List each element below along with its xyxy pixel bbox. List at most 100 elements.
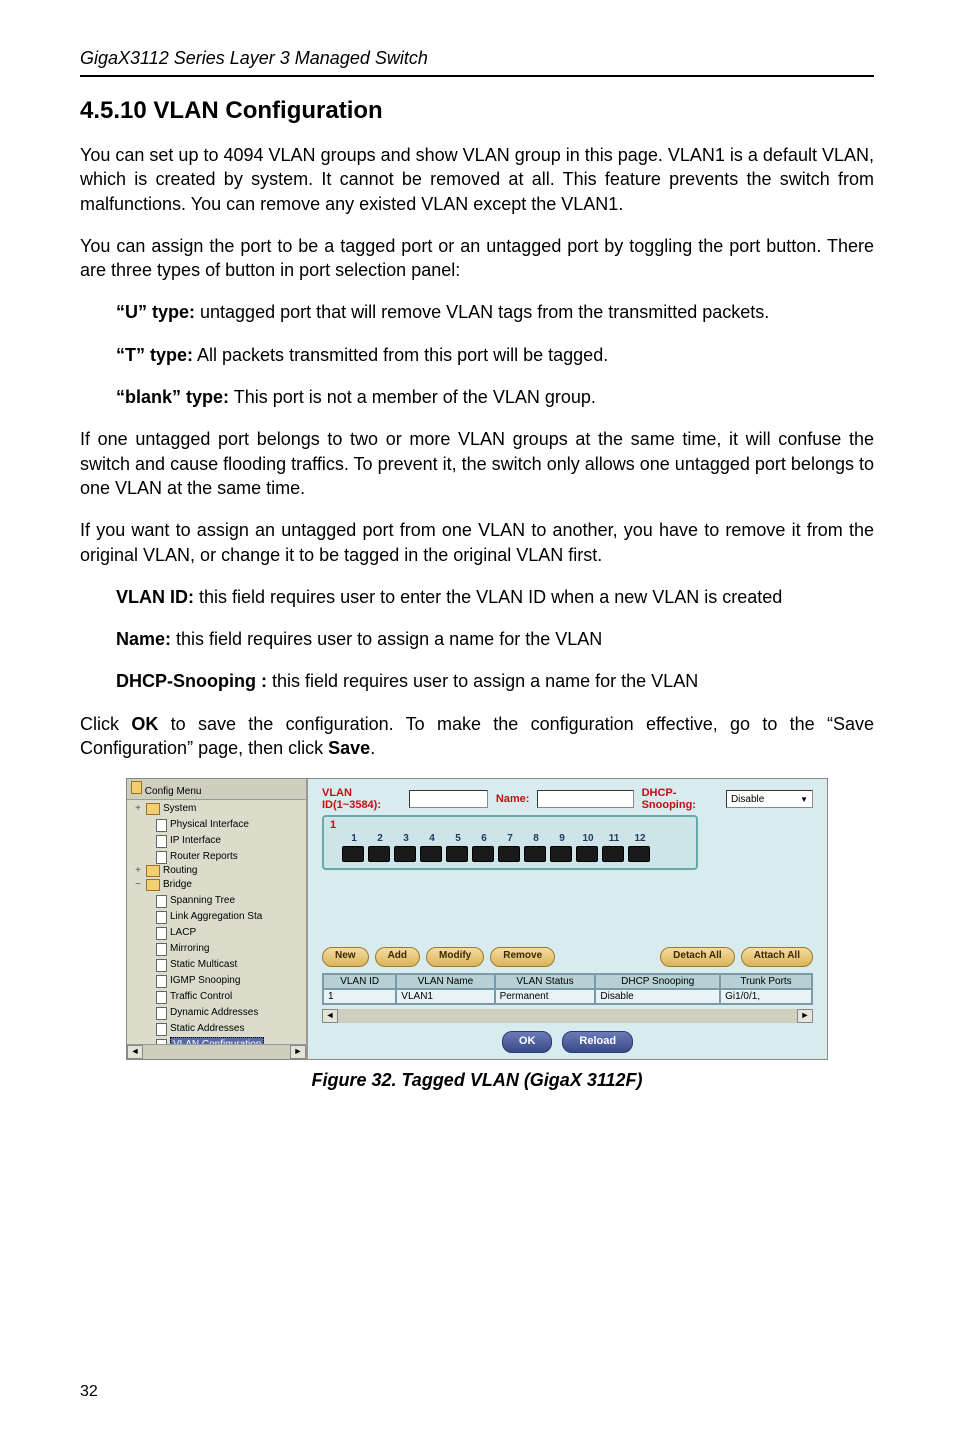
tree-node-traffic-control[interactable]: Traffic Control [143, 990, 232, 1004]
document-icon [156, 895, 167, 908]
remove-button[interactable]: Remove [490, 947, 555, 967]
tree-node-label: LACP [170, 926, 196, 940]
tree-node-label: Routing [163, 864, 197, 878]
name-label: Name: [116, 629, 171, 649]
paragraph-5: Click OK to save the configuration. To m… [80, 712, 874, 761]
tree-node-spanning-tree[interactable]: Spanning Tree [143, 894, 235, 908]
paragraph-4: If you want to assign an untagged port f… [80, 518, 874, 567]
vlan-name-input[interactable] [537, 790, 633, 808]
tree-node-ip-interface[interactable]: IP Interface [143, 834, 221, 848]
document-icon [156, 851, 167, 864]
tree-node-physical-interface[interactable]: Physical Interface [143, 818, 249, 832]
port-socket[interactable] [550, 846, 572, 862]
tree-node-lacp[interactable]: LACP [143, 926, 196, 940]
tree-node-label: Static Multicast [170, 958, 237, 972]
p5b: to save the configuration. To make the c… [80, 714, 874, 758]
expand-icon[interactable]: − [133, 878, 143, 892]
vlan-table-row[interactable]: 1 VLAN1 Permanent Disable Gi1/0/1, [323, 989, 812, 1004]
scroll-right-icon[interactable]: ► [797, 1009, 813, 1023]
add-button[interactable]: Add [375, 947, 420, 967]
tree-horizontal-scrollbar[interactable]: ◄ ► [127, 1044, 306, 1059]
ok-word: OK [131, 714, 158, 734]
section-heading: 4.5.10 VLAN Configuration [80, 97, 874, 125]
document-icon [156, 927, 167, 940]
running-header: GigaX3112 Series Layer 3 Managed Switch [80, 48, 874, 77]
page-number: 32 [80, 1383, 98, 1401]
port-socket[interactable] [576, 846, 598, 862]
vlanid-label: VLAN ID: [116, 587, 194, 607]
vlan-table-header-row: VLAN ID VLAN Name VLAN Status DHCP Snoop… [323, 974, 812, 989]
expand-icon[interactable]: + [133, 864, 143, 878]
port-socket[interactable] [472, 846, 494, 862]
port-socket[interactable] [342, 846, 364, 862]
port-socket[interactable] [498, 846, 520, 862]
port-socket[interactable] [368, 846, 390, 862]
port-number-label: 7 [500, 833, 520, 844]
tree-node-label: VLAN Configuration [170, 1037, 264, 1044]
folder-icon [146, 865, 160, 877]
document-icon [156, 991, 167, 1004]
vlan-config-pane: VLAN ID(1~3584): Name: DHCP-Snooping: Di… [308, 779, 827, 1059]
tree-node-link-aggregation-sta[interactable]: Link Aggregation Sta [143, 910, 262, 924]
document-icon [156, 975, 167, 988]
reload-button[interactable]: Reload [562, 1031, 633, 1053]
u-type-line: “U” type: untagged port that will remove… [116, 300, 874, 324]
tree-node-mirroring[interactable]: Mirroring [143, 942, 209, 956]
port-socket[interactable] [394, 846, 416, 862]
p5c: . [370, 738, 375, 758]
main-horizontal-scrollbar[interactable]: ◄ ► [322, 1009, 813, 1023]
new-button[interactable]: New [322, 947, 369, 967]
tree-node-router-reports[interactable]: Router Reports [143, 850, 238, 864]
tree-node-label: Router Reports [170, 850, 238, 864]
tree-node-vlan-configuration[interactable]: VLAN Configuration [143, 1037, 264, 1044]
port-socket[interactable] [420, 846, 442, 862]
cell-vlan-id: 1 [323, 989, 396, 1004]
detach-all-button[interactable]: Detach All [660, 947, 735, 967]
config-tree-title: Config Menu [127, 779, 306, 800]
config-menu-label: Config Menu [145, 786, 202, 797]
config-tree-scroll[interactable]: + System Physical Interface IP Interface Rou… [127, 800, 306, 1044]
port-number-row: 123456789101112 [344, 833, 690, 844]
dhcp-line: DHCP-Snooping : this field requires user… [116, 669, 874, 693]
tree-node-routing[interactable]: + Routing [133, 864, 197, 878]
vlan-id-input[interactable] [409, 790, 488, 808]
port-selection-panel: 1 123456789101112 [322, 815, 698, 870]
document-icon [156, 959, 167, 972]
col-vlan-status: VLAN Status [495, 974, 596, 989]
tree-node-label: System [163, 802, 196, 816]
tree-node-static-addresses[interactable]: Static Addresses [143, 1022, 244, 1036]
col-vlan-id: VLAN ID [323, 974, 396, 989]
tree-node-label: Static Addresses [170, 1022, 244, 1036]
vlanid-text: this field requires user to enter the VL… [194, 587, 782, 607]
port-number-label: 5 [448, 833, 468, 844]
port-number-label: 3 [396, 833, 416, 844]
port-number-label: 1 [344, 833, 364, 844]
modify-button[interactable]: Modify [426, 947, 484, 967]
vlan-action-row: New Add Modify Remove Detach All Attach … [308, 947, 827, 973]
tree-node-igmp-snooping[interactable]: IGMP Snooping [143, 974, 240, 988]
tree-node-system[interactable]: + System [133, 802, 196, 816]
attach-all-button[interactable]: Attach All [741, 947, 813, 967]
p5a: Click [80, 714, 131, 734]
dhcp-snooping-select[interactable]: Disable ▼ [726, 790, 813, 808]
scroll-left-icon[interactable]: ◄ [322, 1009, 338, 1023]
tree-node-bridge[interactable]: −Bridge [133, 878, 192, 892]
document-icon [156, 1007, 167, 1020]
port-socket[interactable] [446, 846, 468, 862]
blank-type-text: This port is not a member of the VLAN gr… [229, 387, 596, 407]
cell-dhcp: Disable [595, 989, 720, 1004]
document-icon [156, 835, 167, 848]
folder-icon [146, 879, 160, 891]
port-socket[interactable] [524, 846, 546, 862]
tree-node-label: Dynamic Addresses [170, 1006, 258, 1020]
port-number-label: 9 [552, 833, 572, 844]
app-screenshot: Config Menu + System Physical Interface IP … [126, 778, 828, 1060]
port-socket[interactable] [628, 846, 650, 862]
scroll-right-icon[interactable]: ► [290, 1045, 306, 1059]
expand-icon[interactable]: + [133, 802, 143, 816]
ok-button[interactable]: OK [502, 1031, 553, 1053]
tree-node-dynamic-addresses[interactable]: Dynamic Addresses [143, 1006, 258, 1020]
tree-node-static-multicast[interactable]: Static Multicast [143, 958, 237, 972]
scroll-left-icon[interactable]: ◄ [127, 1045, 143, 1059]
port-socket[interactable] [602, 846, 624, 862]
